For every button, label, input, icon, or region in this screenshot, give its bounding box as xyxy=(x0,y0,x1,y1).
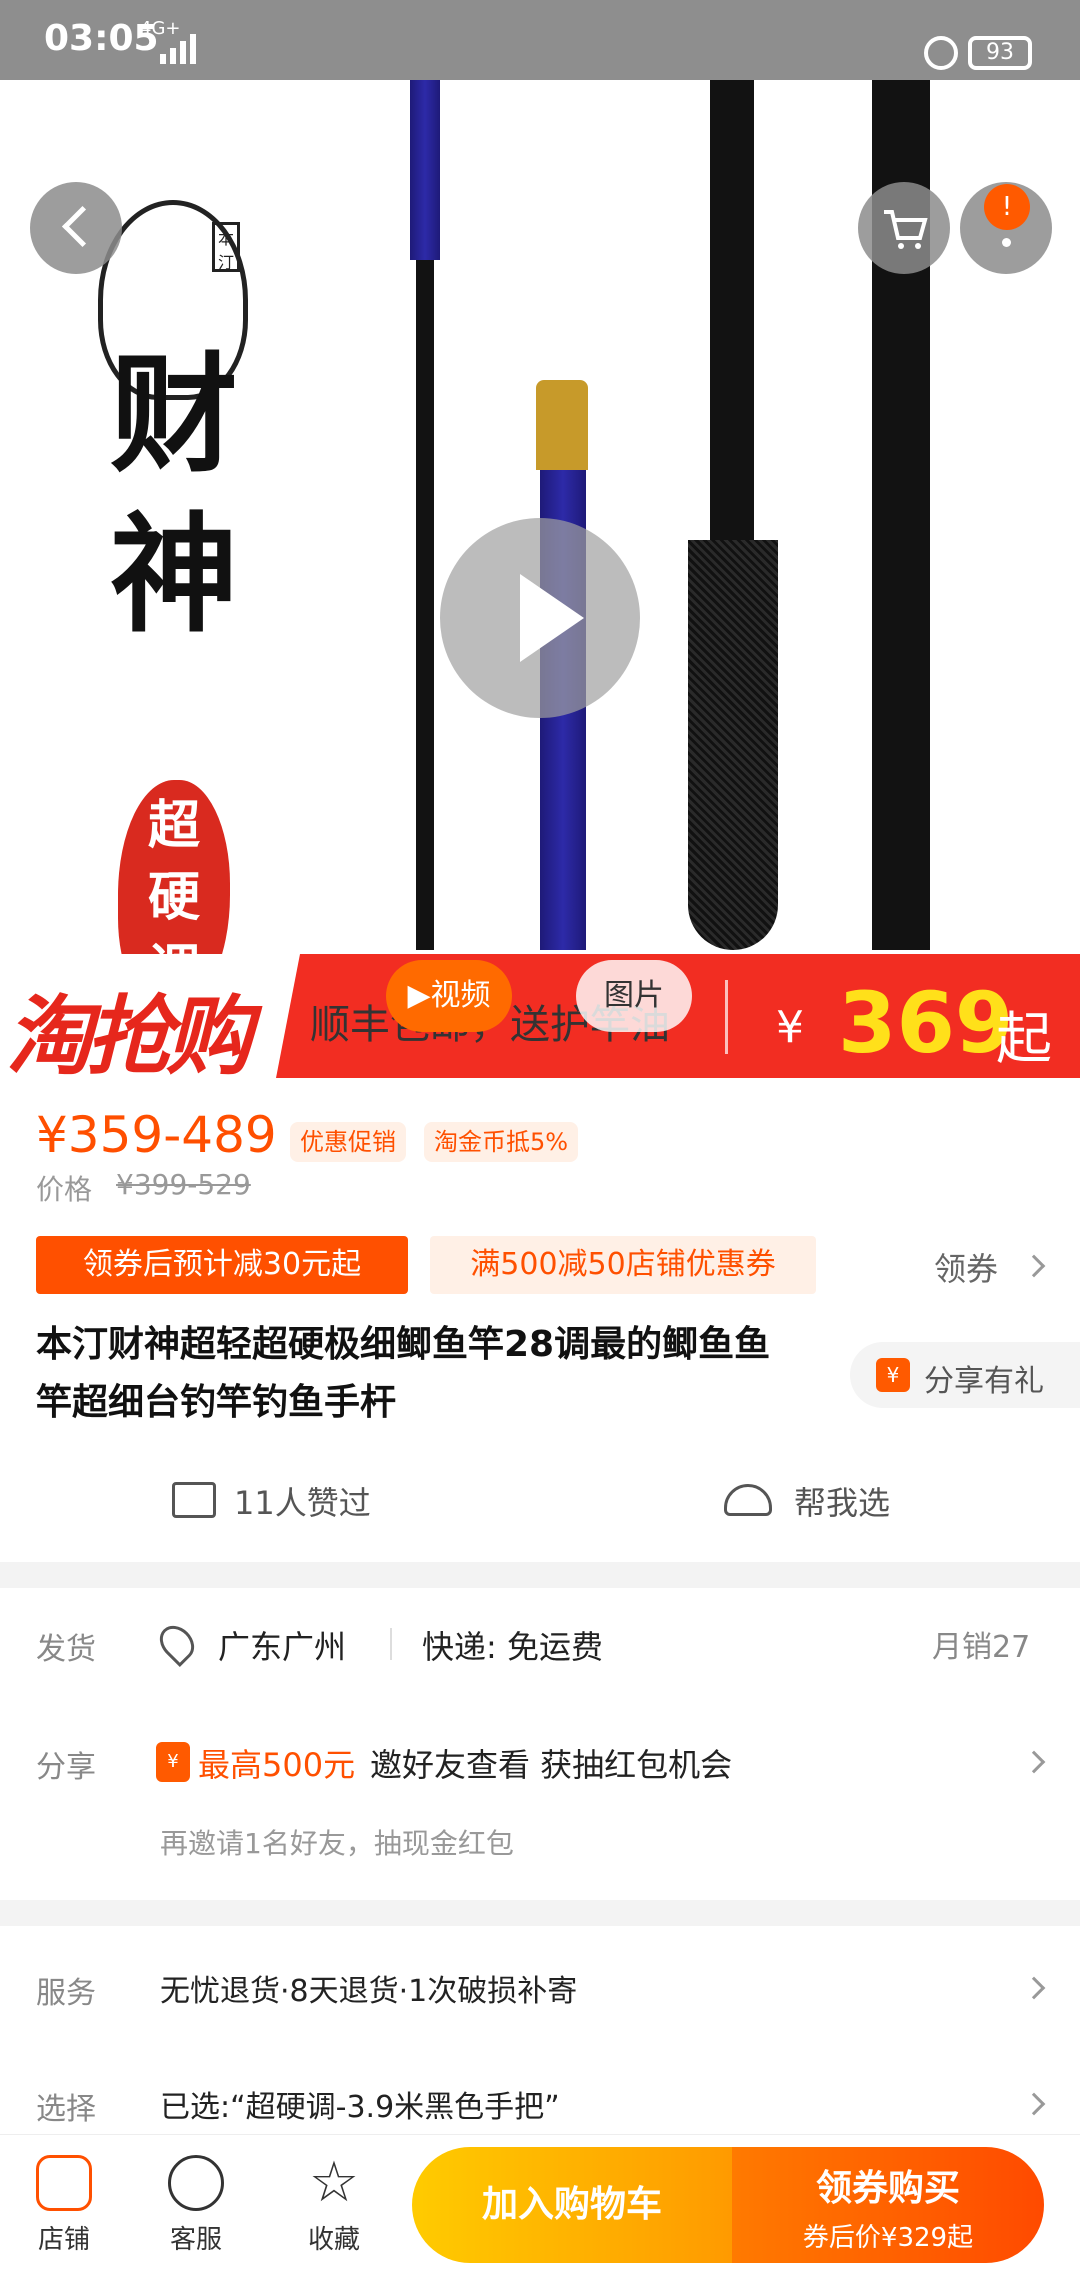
brand-char: 财 xyxy=(110,340,239,490)
after-coupon-price: 券后价¥329起 xyxy=(802,2223,974,2253)
express-fee: 快递: 免运费 xyxy=(422,1628,603,1666)
shipping-label: 发货 xyxy=(36,1632,96,1667)
product-title: 本汀财神超轻超硬极细鲫鱼竿28调最的鲫鱼鱼竿超细台钓竿钓鱼手杆 xyxy=(36,1324,771,1423)
lock-rotation-icon xyxy=(924,36,958,70)
cart-button[interactable] xyxy=(858,182,950,274)
buy-label: 领券购买 xyxy=(815,2168,960,2209)
chevron-right-icon xyxy=(1022,1254,1046,1278)
price-suffix: 起 xyxy=(996,1007,1052,1072)
battery-icon: 93 xyxy=(968,36,1032,70)
red-packet-icon: ¥ xyxy=(876,1358,910,1392)
store-button[interactable]: 店铺 xyxy=(14,2155,114,2256)
star-icon: ☆ xyxy=(308,2150,360,2215)
rod-grip xyxy=(688,540,778,950)
store-coupon[interactable]: 满500减50店铺优惠券 xyxy=(430,1236,816,1294)
service-label: 服务 xyxy=(36,1976,96,2011)
like-count[interactable]: 11人赞过 xyxy=(234,1478,371,1524)
share-subtext: 再邀请1名好友，抽现金红包 xyxy=(160,1827,514,1860)
stamp-char: 硬 xyxy=(147,868,200,928)
divider xyxy=(725,980,728,1054)
back-button[interactable] xyxy=(30,182,122,274)
product-media[interactable]: 本汀 财 神 超 硬 调 ! xyxy=(0,80,1080,954)
chevron-right-icon xyxy=(1022,1976,1046,2000)
selection-text: 已选:“超硬调-3.9米黑色手把” xyxy=(160,2090,560,2125)
tab-image[interactable]: 图片 xyxy=(576,960,692,1032)
customer-service-button[interactable]: 客服 xyxy=(146,2155,246,2256)
get-coupon-link[interactable]: 领券 xyxy=(934,1244,998,1290)
flash-sale-price: 369 xyxy=(838,974,1014,1072)
store-label: 店铺 xyxy=(37,2225,90,2255)
red-envelope-icon: ¥ xyxy=(156,1742,190,1782)
rod-image-1-lower xyxy=(416,260,434,950)
divider xyxy=(390,1628,392,1660)
service-text: 无忧退货·8天退货·1次破损补寄 xyxy=(160,1974,578,2009)
stamp-char: 调 xyxy=(118,934,230,954)
currency-symbol: ¥ xyxy=(776,1002,804,1053)
selection-label: 选择 xyxy=(36,2092,96,2127)
original-price: ¥399-529 xyxy=(116,1168,251,1201)
share-highlight: 最高500元 xyxy=(198,1746,356,1784)
help-choose-button[interactable]: 帮我选 xyxy=(794,1478,890,1524)
notification-badge: ! xyxy=(984,184,1030,230)
monthly-sales: 月销27 xyxy=(932,1630,1031,1665)
brand-char: 神 xyxy=(110,500,239,650)
share-text: 邀好友查看 获抽红包机会 xyxy=(370,1746,733,1784)
share-gift-button[interactable]: ¥ 分享有礼 xyxy=(850,1342,1080,1408)
stamp-char: 超 xyxy=(147,796,200,856)
original-price-label: 价格 xyxy=(36,1173,93,1206)
buy-with-coupon-button[interactable]: 领券购买 券后价¥329起 xyxy=(732,2147,1044,2263)
status-bar: 03:05 4G+ 93 xyxy=(0,0,1080,80)
price-range: ¥359-489 xyxy=(36,1106,277,1164)
section-divider xyxy=(0,1900,1080,1926)
brand-seal: 本汀 xyxy=(212,222,240,272)
tab-video[interactable]: ▶视频 xyxy=(386,960,512,1032)
rod-image-1 xyxy=(410,80,440,260)
thumbs-up-icon[interactable] xyxy=(172,1482,216,1518)
flash-sale-banner[interactable]: 淘抢购 顺丰包邮，送护竿油 ¥ 369 起 xyxy=(0,954,1080,1087)
coin-tag: 淘金币抵5% xyxy=(424,1122,579,1162)
location-icon xyxy=(152,1618,202,1668)
customer-service-label: 客服 xyxy=(169,2225,222,2255)
brand-name: 财 神 xyxy=(110,335,238,655)
favorite-label: 收藏 xyxy=(307,2225,360,2255)
more-icon xyxy=(1002,238,1011,247)
section-divider xyxy=(0,1562,1080,1588)
cart-icon xyxy=(884,210,928,249)
promo-tag: 优惠促销 xyxy=(290,1122,406,1162)
share-label: 分享 xyxy=(36,1750,96,1785)
play-video-button[interactable] xyxy=(440,518,640,718)
rod-image-2-tip xyxy=(536,380,588,470)
chevron-right-icon xyxy=(1022,2092,1046,2116)
people-icon[interactable] xyxy=(724,1484,772,1516)
flash-sale-logo: 淘抢购 xyxy=(6,987,252,1087)
chevron-right-icon xyxy=(1022,1750,1046,1774)
stiffness-stamp: 超 硬 调 xyxy=(118,780,230,954)
favorite-button[interactable]: ☆ 收藏 xyxy=(284,2155,384,2256)
bottom-action-bar: 店铺 客服 ☆ 收藏 加入购物车 领券购买 券后价¥329起 xyxy=(0,2134,1080,2280)
store-icon xyxy=(36,2155,92,2211)
customer-service-icon xyxy=(168,2155,224,2211)
estimated-coupon[interactable]: 领券后预计减30元起 xyxy=(36,1236,408,1294)
add-to-cart-button[interactable]: 加入购物车 xyxy=(412,2147,732,2263)
share-gift-label: 分享有礼 xyxy=(924,1364,1044,1399)
signal-icon xyxy=(160,34,196,64)
rod-image-3 xyxy=(710,80,754,550)
shipping-location: 广东广州 xyxy=(218,1628,347,1666)
